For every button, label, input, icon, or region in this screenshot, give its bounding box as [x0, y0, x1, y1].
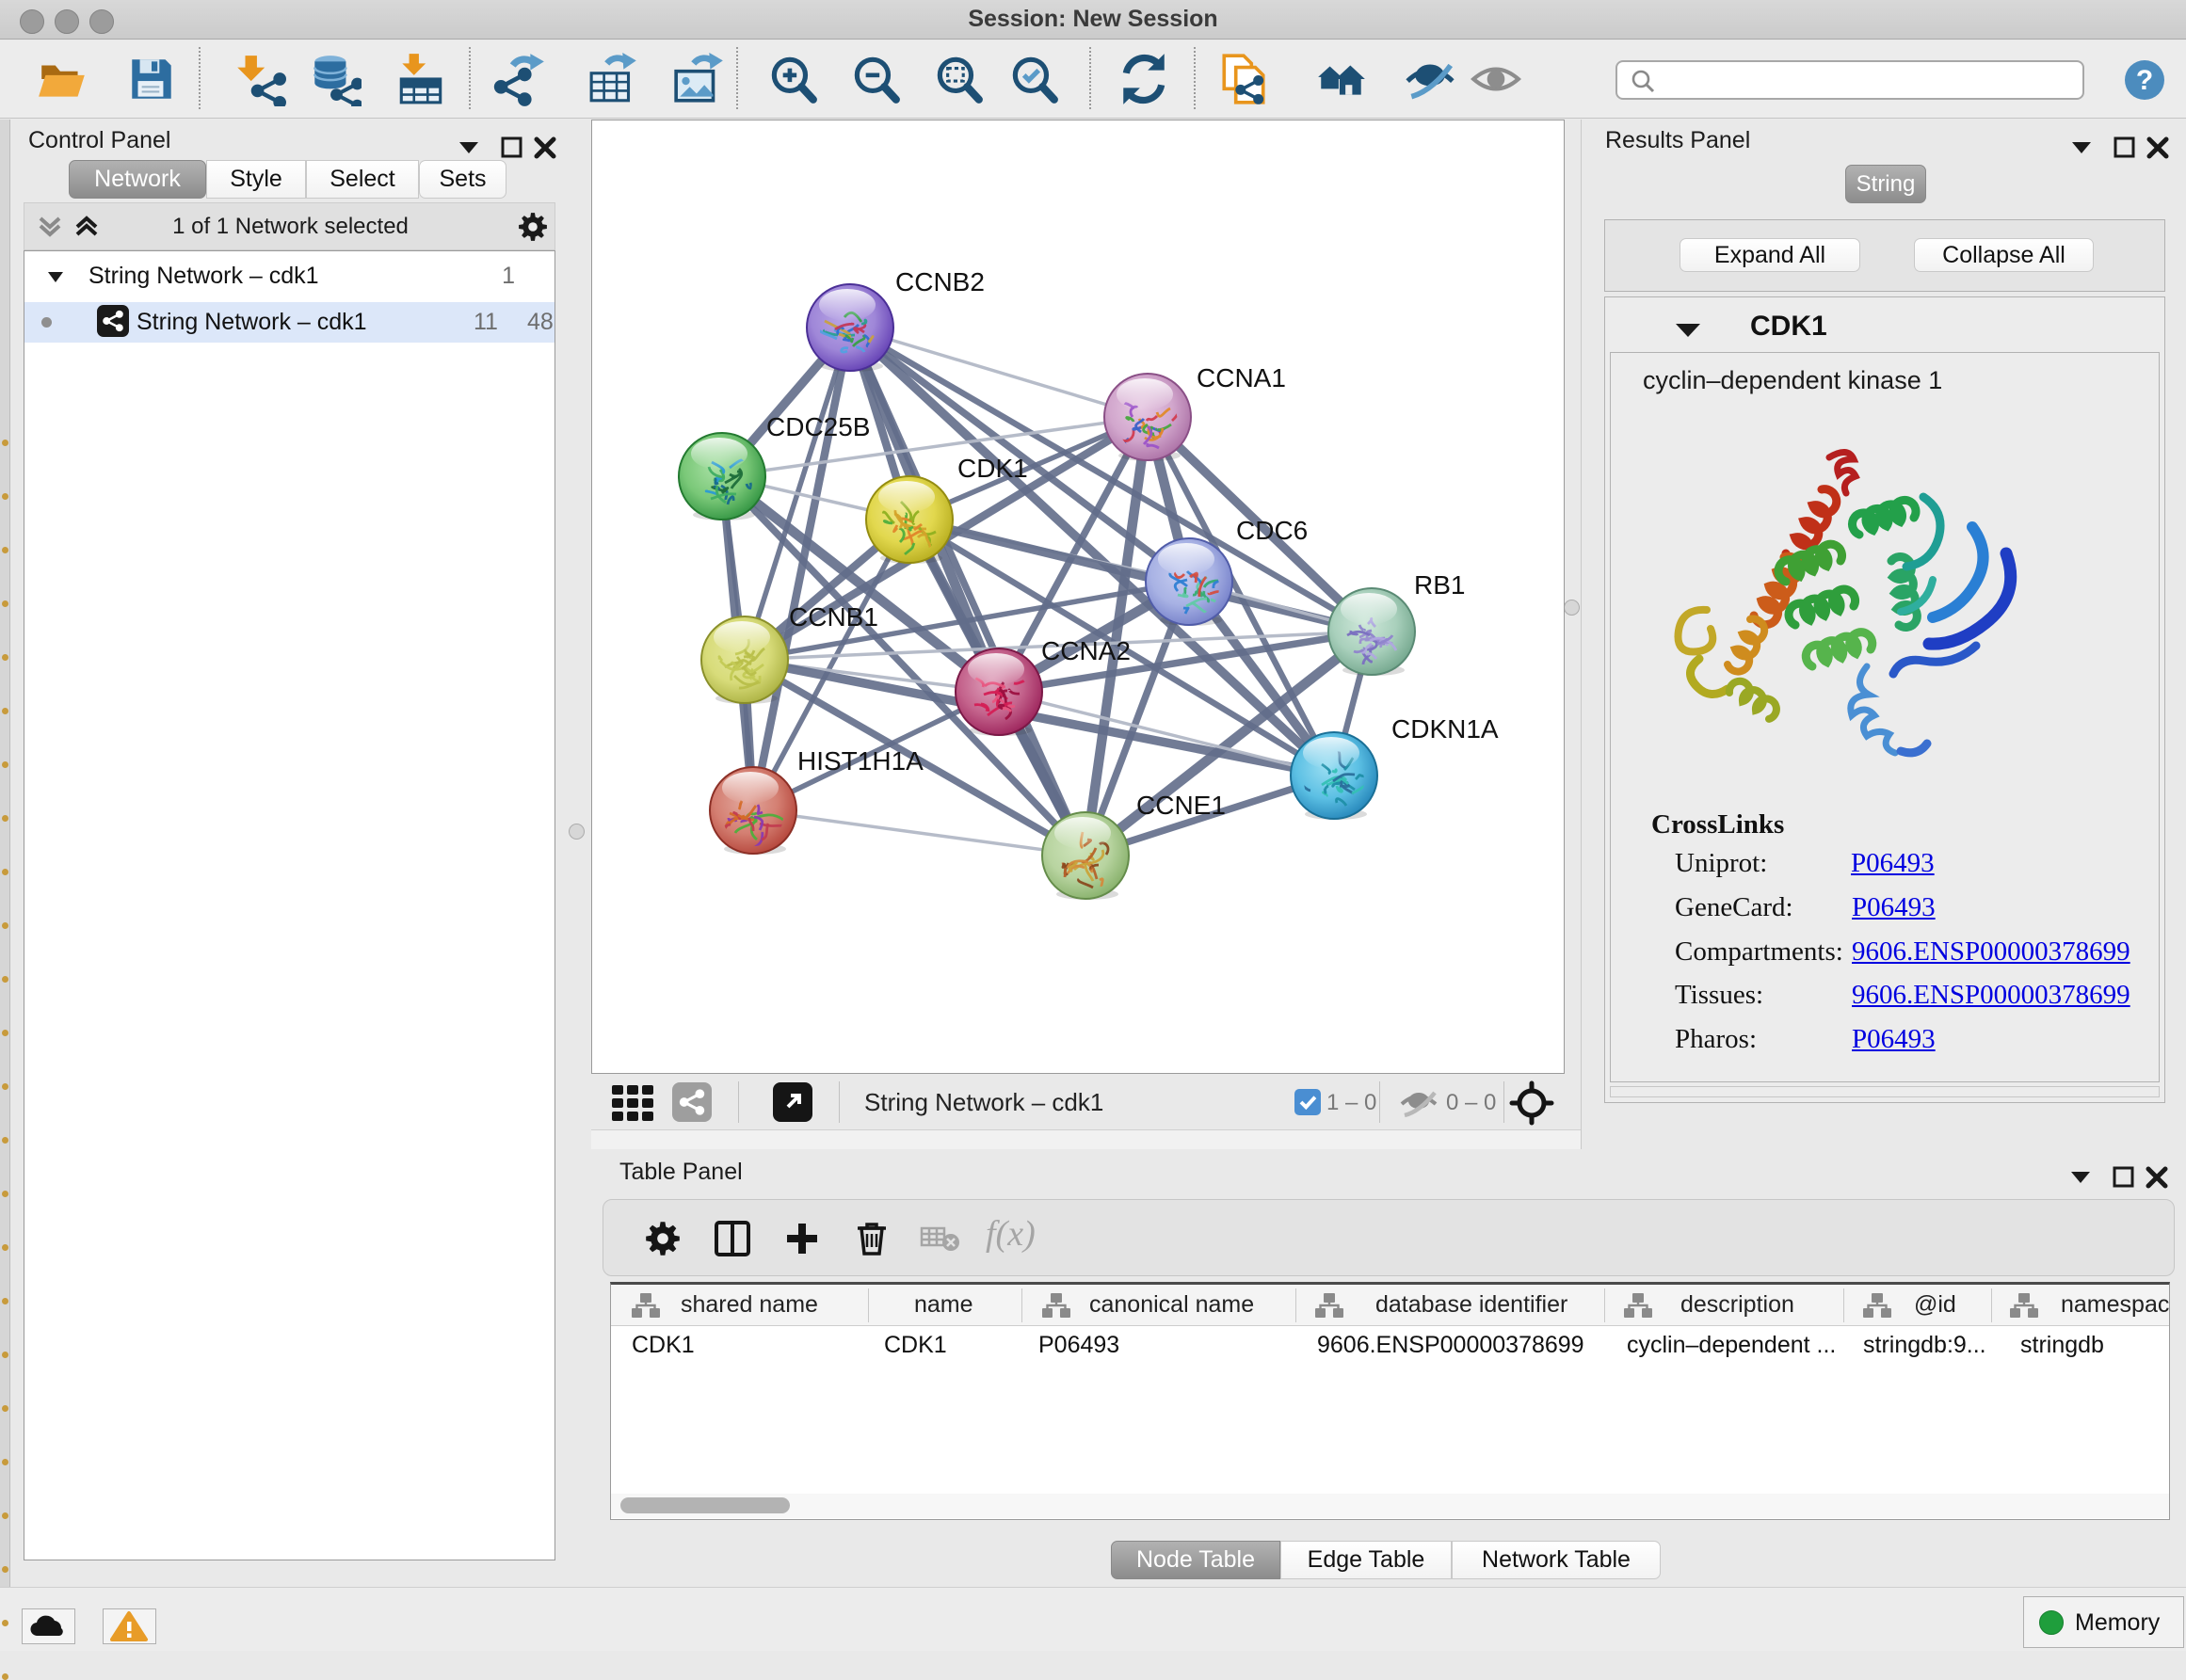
svg-text:RB1: RB1 — [1414, 570, 1465, 600]
svg-text:CDKN1A: CDKN1A — [1391, 714, 1499, 744]
svg-text:CDC6: CDC6 — [1236, 516, 1308, 545]
svg-text:CCNA2: CCNA2 — [1041, 636, 1131, 665]
svg-text:CCNB2: CCNB2 — [895, 267, 985, 296]
svg-text:CCNA1: CCNA1 — [1197, 363, 1286, 392]
svg-text:?: ? — [2136, 65, 2153, 96]
svg-text:CCNE1: CCNE1 — [1136, 791, 1226, 820]
svg-text:HIST1H1A: HIST1H1A — [797, 746, 924, 776]
svg-text:CDC25B: CDC25B — [766, 412, 870, 441]
svg-text:CDK1: CDK1 — [957, 454, 1028, 483]
svg-text:CCNB1: CCNB1 — [789, 602, 878, 632]
